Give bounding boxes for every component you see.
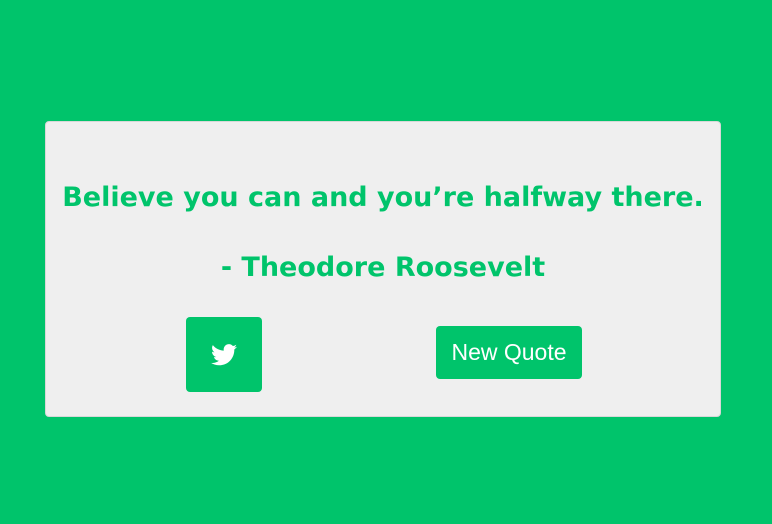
quote-card: Believe you can and you’re halfway there… (45, 121, 721, 417)
page: Believe you can and you’re halfway there… (0, 0, 772, 524)
twitter-icon (211, 343, 237, 366)
quote-author: - Theodore Roosevelt (220, 252, 546, 283)
tweet-button[interactable] (186, 317, 262, 392)
quote-text: Believe you can and you’re halfway there… (62, 182, 704, 213)
new-quote-button[interactable]: New Quote (436, 326, 582, 379)
